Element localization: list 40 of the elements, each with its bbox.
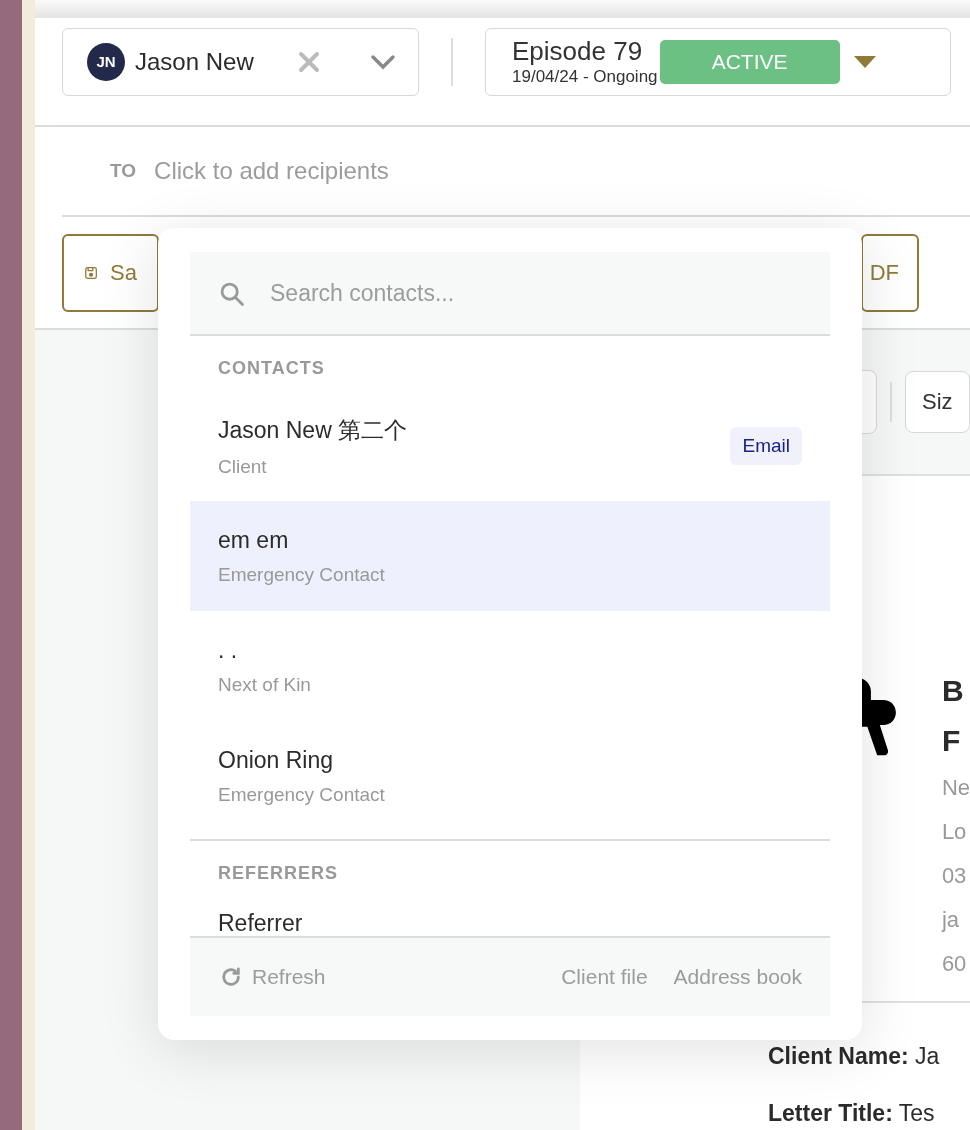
contact-name: Jason New 第二个	[218, 415, 408, 445]
contact-role: Emergency Contact	[218, 563, 385, 586]
toolbar-button[interactable]: Sa	[62, 233, 159, 312]
to-label: TO	[110, 160, 137, 182]
episode-dates: 19/04/24 - Ongoing	[512, 67, 658, 87]
patient-select[interactable]: JN Jason New	[62, 27, 419, 96]
letterhead-detail: 60	[941, 950, 968, 978]
contact-name: Referrer	[218, 910, 303, 936]
toolbar-button[interactable]: DF	[861, 233, 919, 312]
recipients-field[interactable]: Click to add recipients	[152, 156, 557, 186]
contact-name: . .	[218, 636, 239, 664]
episode-title: Episode 79	[512, 36, 644, 67]
letterhead-detail: Ne	[941, 774, 970, 802]
close-icon[interactable]	[298, 50, 320, 73]
section-heading: CONTACTS	[217, 357, 326, 380]
refresh-icon	[220, 966, 242, 988]
contact-name: Onion Ring	[218, 746, 335, 774]
search-icon	[218, 280, 246, 308]
chevron-down-icon[interactable]	[370, 53, 396, 70]
letter-field: Client Name: Ja	[768, 1043, 970, 1070]
caret-icon[interactable]	[853, 55, 876, 68]
patient-name: Jason New	[135, 47, 255, 76]
contact-role: Next of Kin	[218, 673, 311, 696]
contact-item[interactable]: em em Emergency Contact	[190, 501, 830, 611]
email-tag: Email	[730, 427, 802, 465]
letterhead-detail: Lo	[941, 818, 968, 846]
contact-name: em em	[218, 526, 290, 554]
letterhead-title: F	[941, 723, 962, 759]
letterhead-detail: 03	[941, 862, 968, 890]
search-field[interactable]: Search contacts...	[190, 252, 830, 336]
avatar: JN	[87, 42, 125, 81]
size-select[interactable]: Siz	[905, 371, 970, 433]
letterhead-detail: ja	[941, 906, 960, 934]
episode-select[interactable]: Episode 79 19/04/24 - Ongoing ACTIVE	[485, 27, 951, 96]
contact-role: Client	[218, 455, 268, 478]
letter-field: Letter Title: Tes	[768, 1100, 970, 1127]
section-heading: REFERRERS	[217, 862, 339, 885]
letterhead-title: B	[941, 673, 965, 709]
status-badge: ACTIVE	[659, 39, 840, 84]
contact-role: Emergency Contact	[218, 783, 385, 806]
